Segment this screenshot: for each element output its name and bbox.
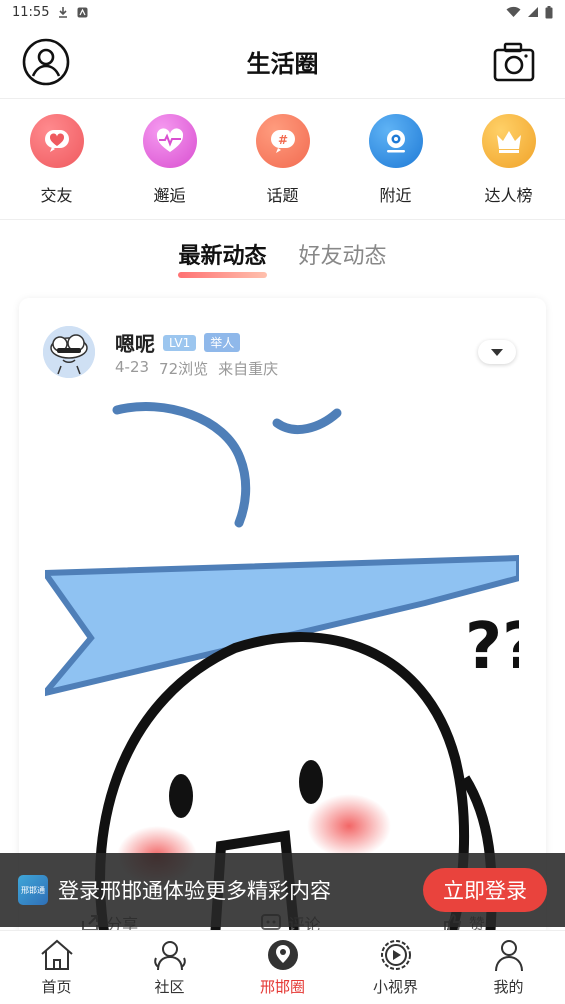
profile-button[interactable] <box>21 37 71 87</box>
role-badge: 举人 <box>204 333 241 352</box>
nav-home[interactable]: 首页 <box>12 938 102 997</box>
nav-label: 我的 <box>493 978 524 996</box>
download-icon <box>59 7 68 18</box>
camera-icon <box>493 42 535 82</box>
author-name[interactable]: 嗯呢 <box>115 328 155 357</box>
heart-icon <box>29 114 84 168</box>
quick-link-label: 交友 <box>40 186 73 205</box>
login-banner: 邢邯通 登录邢邯通体验更多精彩内容 立即登录 <box>0 853 565 927</box>
status-time: 11:55 <box>12 4 50 20</box>
nav-profile[interactable]: 我的 <box>464 938 554 997</box>
post-menu-button[interactable] <box>478 340 516 364</box>
nav-label: 首页 <box>41 978 72 996</box>
bottom-nav: 首页 社区 邢邯圈 小视界 我的 <box>0 930 565 1004</box>
tab-latest[interactable]: 最新动态 <box>178 238 267 278</box>
wifi-icon <box>506 6 521 17</box>
post-date: 4-23 <box>115 358 150 376</box>
quick-link-topic[interactable]: # 话题 <box>243 114 323 206</box>
post-header: 嗯呢 LV1 举人 4-23 72浏览 来自重庆 <box>43 324 522 384</box>
login-prompt: 登录邢邯通体验更多精彩内容 <box>58 879 331 903</box>
quick-link-label: 话题 <box>266 186 299 205</box>
crown-icon <box>481 114 536 168</box>
cloud-avatar-icon <box>43 326 95 378</box>
post-card[interactable]: 嗯呢 LV1 举人 4-23 72浏览 来自重庆 ?? <box>19 298 546 938</box>
nav-label: 小视界 <box>372 978 418 996</box>
play-icon <box>380 940 411 970</box>
signal-icon <box>528 7 538 17</box>
svg-text:#: # <box>277 133 287 147</box>
user-circle-icon <box>22 38 70 86</box>
quick-link-ranking[interactable]: 达人榜 <box>469 114 549 206</box>
quick-links: 交友 邂逅 # 话题 附近 达人榜 <box>0 100 565 220</box>
avatar[interactable] <box>43 326 95 378</box>
camera-button[interactable] <box>489 37 539 87</box>
quick-link-label: 达人榜 <box>484 186 533 205</box>
hashtag-icon: # <box>255 114 310 168</box>
location-icon <box>368 114 423 168</box>
nav-label: 邢邯圈 <box>259 978 305 996</box>
post-location: 来自重庆 <box>218 360 279 378</box>
login-button[interactable]: 立即登录 <box>423 868 547 912</box>
battery-icon <box>545 5 553 18</box>
app-notify-icon <box>77 7 88 17</box>
circle-location-icon <box>267 940 298 970</box>
app-logo: 邢邯通 <box>18 875 48 905</box>
svg-text:??: ?? <box>465 610 519 684</box>
quick-link-label: 邂逅 <box>153 186 186 205</box>
community-icon <box>153 941 186 971</box>
post-meta: 4-23 72浏览 来自重庆 <box>115 358 278 379</box>
feed-tabs: 最新动态 好友动态 <box>0 222 565 292</box>
quick-link-encounter[interactable]: 邂逅 <box>130 114 210 206</box>
app-header: 生活圈 <box>0 24 565 99</box>
home-icon <box>40 939 73 970</box>
nav-label: 社区 <box>154 978 185 996</box>
author-row: 嗯呢 LV1 举人 <box>115 328 241 357</box>
quick-link-dating[interactable]: 交友 <box>17 114 97 206</box>
quick-link-label: 附近 <box>379 186 412 205</box>
heartbeat-icon <box>142 114 197 168</box>
nav-circle[interactable]: 邢邯圈 <box>238 938 328 997</box>
person-icon <box>494 940 523 972</box>
tab-friends[interactable]: 好友动态 <box>299 238 387 276</box>
post-views: 72浏览 <box>159 360 209 378</box>
nav-video[interactable]: 小视界 <box>351 938 441 997</box>
nav-community[interactable]: 社区 <box>125 938 215 997</box>
page-title: 生活圈 <box>246 49 319 78</box>
quick-link-nearby[interactable]: 附近 <box>356 114 436 206</box>
caret-down-icon <box>491 349 503 356</box>
level-badge: LV1 <box>163 334 197 351</box>
status-bar: 11:55 <box>0 0 565 24</box>
